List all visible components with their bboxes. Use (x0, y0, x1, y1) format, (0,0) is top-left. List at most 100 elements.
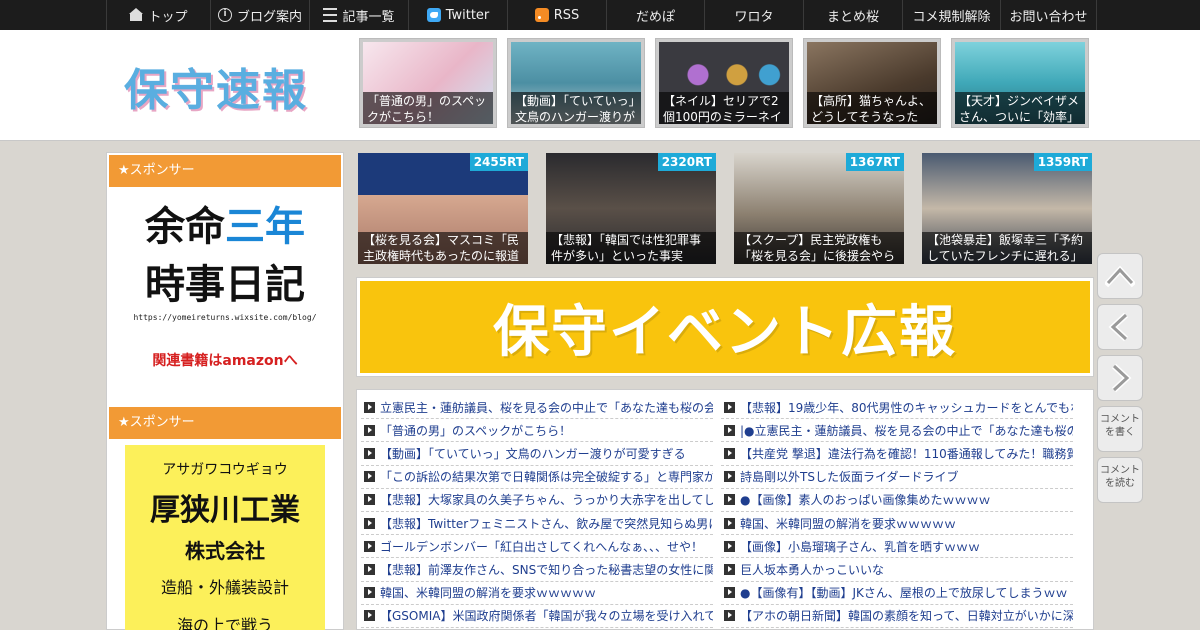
arrow-right-icon (724, 471, 735, 483)
nav-item-warota[interactable]: ワロタ (704, 0, 803, 30)
ranking-article[interactable]: 1367RT 【スクープ】民主党政権も「桜を見る会」に後援会やら (734, 153, 904, 264)
read-comment-button[interactable]: コメントを読む (1097, 457, 1143, 503)
retweet-count-badge: 2455RT (469, 153, 528, 171)
write-comment-button[interactable]: コメントを書く (1097, 406, 1143, 452)
retweet-count-badge: 1367RT (845, 153, 904, 171)
event-banner-inner: 保守イベント広報 (360, 281, 1090, 373)
news-item[interactable]: 【GSOMIA】米国政府関係者「韓国が我々の立場を受け入れて (361, 605, 713, 628)
news-item[interactable]: 「この訴訟の結果次第で日韓関係は完全破綻する」と専門家が (361, 466, 713, 489)
news-item[interactable]: 立憲民主・蓮舫議員、桜を見る会の中止で「あなた達も桜の会 (361, 396, 713, 420)
news-item-title: ●【画像】素人のおっぱい画像集めたｗｗｗｗ (740, 493, 991, 508)
news-item[interactable]: ゴールデンボンバー「紅白出さしてくれへんなぁ、、、せや！ (361, 535, 713, 559)
news-item[interactable]: 【動画】「ていていっ」文鳥のハンガー渡りが可愛すぎる (361, 442, 713, 466)
news-item[interactable]: 【悲報】大塚家具の久美子ちゃん、うっかり大赤字を出してし (361, 489, 713, 512)
news-item[interactable]: ●【画像】素人のおっぱい画像集めたｗｗｗｗ (721, 489, 1073, 512)
ad-company-name: 厚狭川工業 (150, 493, 300, 528)
sidebar: ★スポンサー 余命三年 時事日記 https://yomeireturns.wi… (106, 152, 344, 630)
news-item-title: 【共産党 撃退】違法行為を確認！110番通報してみた！職務質 (740, 446, 1073, 461)
news-item[interactable]: 【悲報】19歳少年、80代男性のキャッシュカードをとんでもな (721, 396, 1073, 420)
news-item-title: 「この訴訟の結果次第で日韓関係は完全破綻する」と専門家が (380, 470, 713, 485)
thumb-caption: 【天才】ジンベイザメさん、ついに「効率」を覚える (955, 92, 1085, 124)
event-banner[interactable]: 保守イベント広報 (356, 277, 1094, 377)
sponsor-ad-yomei[interactable]: 余命三年 時事日記 https://yomeireturns.wixsite.c… (109, 195, 341, 385)
news-item-title: 「普通の男」のスペックがこちら！ (380, 423, 572, 438)
thumb-caption: 【ネイル】セリアで2個100円のミラーネイル (659, 92, 789, 124)
ad-company-type: 株式会社 (185, 539, 265, 563)
news-item[interactable]: 【アホの朝日新聞】韓国の素顔を知って、日韓対立がいかに深 (721, 605, 1073, 628)
ad-company-kana: アサガワコウギョウ (162, 462, 288, 478)
news-item-title: 【動画】「ていていっ」文鳥のハンガー渡りが可愛すぎる (380, 446, 686, 461)
arrow-right-icon (364, 494, 375, 506)
info-icon: i (217, 8, 232, 22)
news-item-title: 韓国、米韓同盟の解消を要求ｗｗｗｗｗ (740, 516, 957, 531)
header-article-thumb[interactable]: 【ネイル】セリアで2個100円のミラーネイル (655, 38, 793, 128)
chevron-up-icon (1105, 265, 1135, 288)
top-nav-bar: トップ i ブログ案内 記事一覧 Twitter RSS だめぽ ワロタ まとめ桜… (0, 0, 1200, 30)
news-item[interactable]: 韓国、米韓同盟の解消を要求ｗｗｗｗｗ (361, 582, 713, 605)
arrow-right-icon (724, 447, 735, 459)
news-item[interactable]: ●【画像有】【動画】JKさん、屋根の上で放尿してしまうｗｗ (721, 582, 1073, 605)
scroll-top-button[interactable] (1097, 253, 1143, 299)
nav-item-article-list[interactable]: 記事一覧 (309, 0, 408, 30)
header-article-thumb[interactable]: 【天才】ジンベイザメさん、ついに「効率」を覚える (951, 38, 1089, 128)
header-article-thumb[interactable]: 【動画】「ていていっ」文鳥のハンガー渡りが可愛すぎる (507, 38, 645, 128)
news-column-right: 【悲報】19歳少年、80代男性のキャッシュカードをとんでもな |●立憲民主・蓮舫議… (721, 396, 1073, 628)
news-item-title: |●立憲民主・蓮舫議員、桜を見る会の中止で「あなた達も桜の (740, 423, 1073, 438)
arrow-right-icon (724, 610, 735, 622)
ad-company-desc: 造船・外艤装設計 (160, 578, 289, 597)
thumb-caption: 【池袋暴走】飯塚幸三「予約していたフレンチに遅れる」 (922, 232, 1092, 264)
news-item-title: ●【画像有】【動画】JKさん、屋根の上で放尿してしまうｗｗ (740, 586, 1068, 601)
previous-article-button[interactable] (1097, 304, 1143, 350)
list-icon (323, 8, 338, 22)
arrow-right-icon (724, 563, 735, 575)
header-article-thumb[interactable]: 【高所】猫ちゃんよ、どうしてそうなった (803, 38, 941, 128)
nav-item-damepo[interactable]: だめぽ (606, 0, 704, 30)
nav-item-matome-sakura[interactable]: まとめ桜 (803, 0, 902, 30)
arrow-right-icon (724, 494, 735, 506)
news-item[interactable]: 詩島剛以外TSした仮面ライダードライブ (721, 466, 1073, 489)
sponsor-heading: ★スポンサー (109, 155, 341, 187)
arrow-right-icon (364, 563, 375, 575)
nav-item-contact[interactable]: お問い合わせ (1000, 0, 1097, 30)
news-item-title: 詩島剛以外TSした仮面ライダードライブ (740, 470, 959, 485)
news-item[interactable]: 【悲報】Twitterフェミニストさん、飲み屋で突然見知らぬ男に (361, 512, 713, 536)
news-item[interactable]: |●立憲民主・蓮舫議員、桜を見る会の中止で「あなた達も桜の (721, 419, 1073, 443)
arrow-right-icon (364, 610, 375, 622)
sponsor-ad-asagawa[interactable]: アサガワコウギョウ 厚狭川工業 株式会社 造船・外艤装設計 海の上で戦う (125, 445, 325, 630)
news-item-title: 【悲報】前澤友作さん、SNSで知り合った秘書志望の女性に関 (380, 562, 713, 577)
arrow-right-icon (364, 540, 375, 552)
news-item-title: 立憲民主・蓮舫議員、桜を見る会の中止で「あなた達も桜の会 (380, 400, 713, 415)
news-item[interactable]: 【共産党 撃退】違法行為を確認！110番通報してみた！職務質 (721, 442, 1073, 466)
news-item-title: 【画像】小島瑠璃子さん、乳首を晒すｗｗｗ (740, 539, 981, 554)
site-header: 保守速報 「普通の男」のスペックがこちら！ 【動画】「ていていっ」文鳥のハンガー… (0, 30, 1200, 141)
news-item-title: 巨人坂本勇人かっこいいな (740, 562, 885, 577)
thumb-caption: 【悲報】「韓国では性犯罪事件が多い」といった事実 (546, 232, 716, 264)
news-item[interactable]: 巨人坂本勇人かっこいいな (721, 558, 1073, 582)
ranking-article[interactable]: 1359RT 【池袋暴走】飯塚幸三「予約していたフレンチに遅れる」 (922, 153, 1092, 264)
news-item[interactable]: 韓国、米韓同盟の解消を要求ｗｗｗｗｗ (721, 512, 1073, 536)
top-nav-list: トップ i ブログ案内 記事一覧 Twitter RSS だめぽ ワロタ まとめ桜… (106, 0, 1097, 30)
arrow-right-icon (364, 447, 375, 459)
nav-item-rss[interactable]: RSS (507, 0, 606, 30)
ad-amazon-link[interactable]: 関連書籍はamazonへ (109, 350, 341, 370)
news-item[interactable]: 【画像】小島瑠璃子さん、乳首を晒すｗｗｗ (721, 535, 1073, 559)
nav-item-top[interactable]: トップ (106, 0, 210, 30)
news-item-title: ゴールデンボンバー「紅白出さしてくれへんなぁ、、、せや！ (380, 539, 704, 554)
nav-item-blog-info[interactable]: i ブログ案内 (210, 0, 309, 30)
news-item[interactable]: 【悲報】前澤友作さん、SNSで知り合った秘書志望の女性に関 (361, 558, 713, 582)
thumb-caption: 【スクープ】民主党政権も「桜を見る会」に後援会やら (734, 232, 904, 264)
arrow-right-icon (724, 540, 735, 552)
arrow-right-icon (364, 517, 375, 529)
next-article-button[interactable] (1097, 355, 1143, 401)
arrow-right-icon (724, 587, 735, 599)
ranking-article[interactable]: 2320RT 【悲報】「韓国では性犯罪事件が多い」といった事実 (546, 153, 716, 264)
thumb-caption: 【動画】「ていていっ」文鳥のハンガー渡りが可愛すぎる (511, 92, 641, 124)
thumb-caption: 【高所】猫ちゃんよ、どうしてそうなった (807, 92, 937, 124)
nav-item-comment-unlock[interactable]: コメ規制解除 (902, 0, 1000, 30)
site-logo[interactable]: 保守速報 (124, 54, 308, 118)
nav-item-twitter[interactable]: Twitter (408, 0, 507, 30)
sponsor-heading: ★スポンサー (109, 407, 341, 439)
ranking-article[interactable]: 2455RT 【桜を見る会】マスコミ「民主政権時代もあったのに報道しなかった」 (358, 153, 528, 264)
news-item[interactable]: 「普通の男」のスペックがこちら！ (361, 419, 713, 443)
header-article-thumb[interactable]: 「普通の男」のスペックがこちら！ (359, 38, 497, 128)
